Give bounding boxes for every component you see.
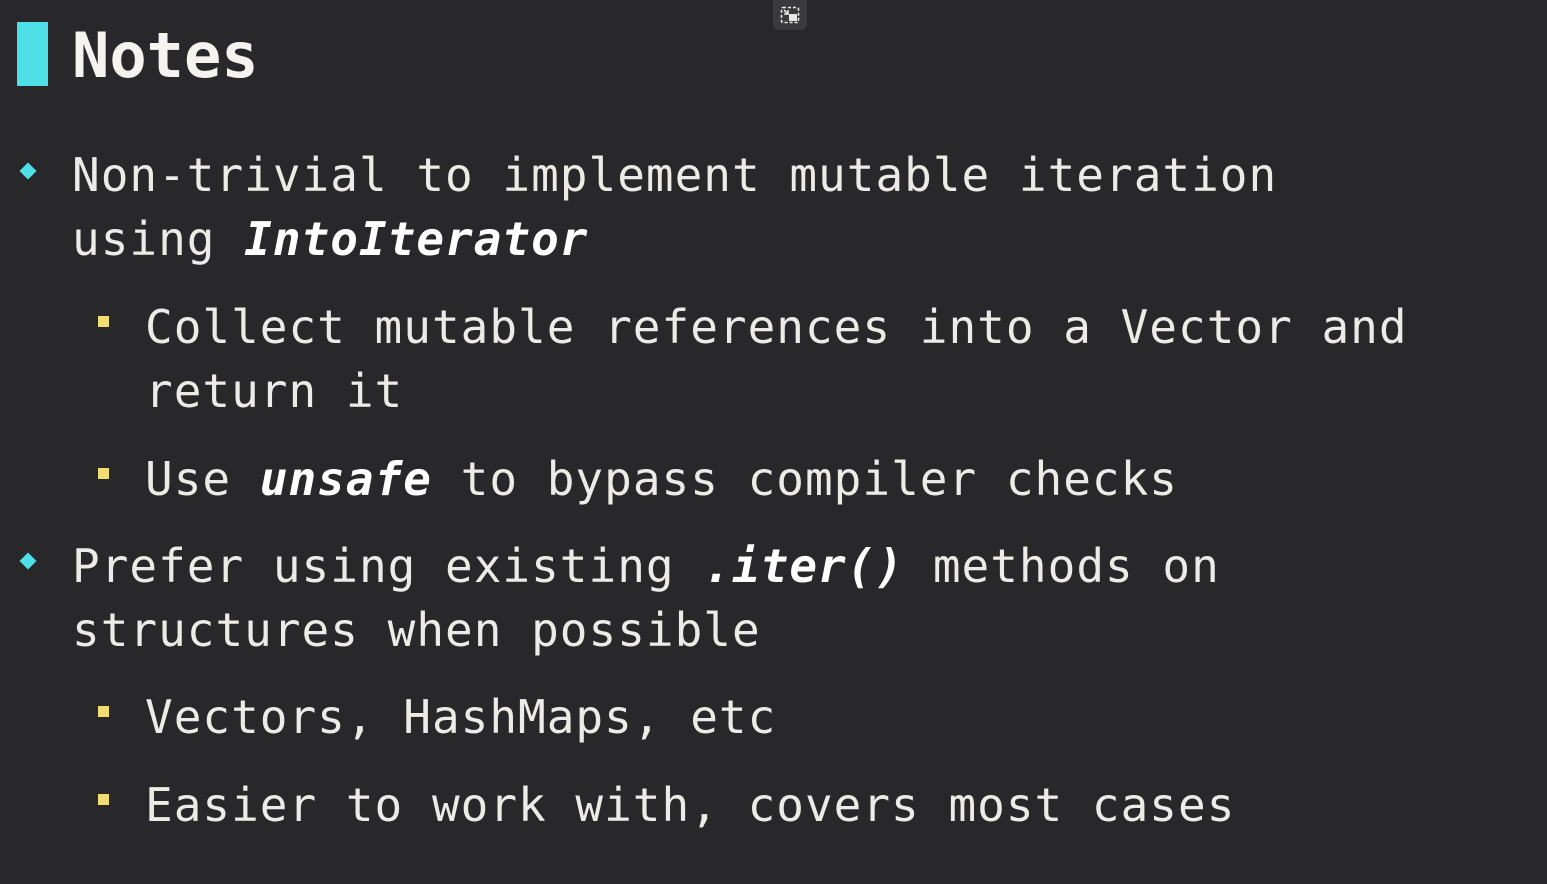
list-item-text: return it: [145, 364, 404, 418]
bullet-square-icon: [98, 468, 109, 479]
exit-fullscreen-button[interactable]: [773, 0, 807, 30]
list-item-text: methods on: [904, 539, 1220, 593]
bullet-diamond-icon: [19, 162, 37, 180]
bullet-diamond-icon: [19, 552, 37, 570]
list-item-text: Non-trivial to implement mutable iterati…: [72, 148, 1278, 202]
title-accent-bar: [17, 22, 48, 86]
bullet-square-icon: [98, 794, 109, 805]
inline-code: IntoIterator: [244, 212, 589, 266]
inline-code: unsafe: [259, 452, 432, 506]
exit-fullscreen-icon: [780, 6, 800, 24]
list-item-text: to bypass compiler checks: [431, 452, 1179, 506]
list-item-continuation: return it: [145, 359, 403, 423]
list-item: Vectors, HashMaps, etc: [145, 685, 776, 749]
list-item-continuation: using IntoIterator: [72, 207, 589, 271]
list-item-continuation: structures when possible: [72, 598, 761, 662]
list-item: Use unsafe to bypass compiler checks: [145, 447, 1178, 511]
bullet-square-icon: [98, 706, 109, 717]
list-item: Non-trivial to implement mutable iterati…: [72, 143, 1277, 207]
list-item-text: Prefer using existing: [72, 539, 704, 593]
list-item-text: Vectors, HashMaps, etc: [145, 690, 777, 744]
list-item-text: Use: [145, 452, 260, 506]
list-item: Collect mutable references into a Vector…: [145, 295, 1408, 359]
list-item: Easier to work with, covers most cases: [145, 773, 1235, 837]
slide-title: Notes: [72, 19, 259, 92]
list-item-text: structures when possible: [72, 603, 761, 657]
inline-code: .iter(): [703, 539, 905, 593]
list-item: Prefer using existing .iter() methods on: [72, 534, 1220, 598]
list-item-text: using: [72, 212, 245, 266]
list-item-text: Collect mutable references into a Vector…: [145, 300, 1408, 354]
list-item-text: Easier to work with, covers most cases: [145, 778, 1236, 832]
bullet-square-icon: [98, 316, 109, 327]
